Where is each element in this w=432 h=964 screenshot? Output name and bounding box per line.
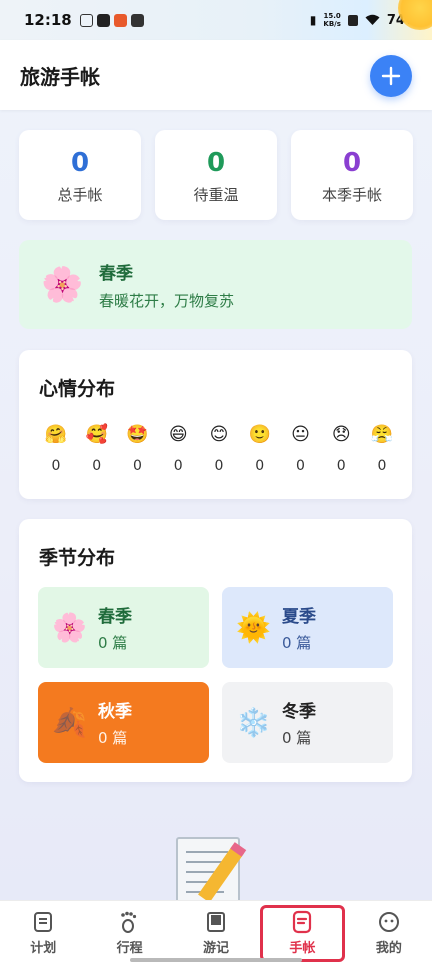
mood-item[interactable]: 🙂 0 <box>243 424 277 474</box>
tab-label: 计划 <box>30 940 57 956</box>
tab-label: 手帐 <box>289 940 316 956</box>
slight-smile-icon: 🙂 <box>248 424 271 445</box>
mood-count: 0 <box>336 458 346 474</box>
footprint-icon <box>120 911 136 933</box>
smile-face-icon: 😊 <box>209 424 229 445</box>
season-tile-count: 0 篇 <box>98 729 128 747</box>
mood-item[interactable]: 🤩 0 <box>121 424 155 474</box>
fallen-leaf-icon: 🍂 <box>52 706 87 739</box>
season-tile-winter[interactable]: ❄️ 冬季 0 篇 <box>222 682 393 763</box>
stat-label: 待重温 <box>193 186 239 204</box>
stat-value: 0 <box>70 148 90 178</box>
tab-itinerary[interactable]: 行程 <box>86 901 172 964</box>
page-title: 旅游手帐 <box>20 64 100 89</box>
mood-count: 0 <box>51 458 61 474</box>
mood-count: 0 <box>133 458 142 474</box>
cherry-blossom-icon: 🌸 <box>52 611 87 644</box>
wifi-icon <box>365 14 380 25</box>
tab-label: 游记 <box>203 940 230 956</box>
season-name: 春季 <box>99 263 133 284</box>
season-description: 春暖花开，万物复苏 <box>99 291 235 310</box>
current-season-banner: 🌸 春季 春暖花开，万物复苏 <box>19 240 412 329</box>
network-speed: 15.0 KB/s <box>323 12 341 28</box>
season-tile-count: 0 篇 <box>282 634 312 652</box>
status-bar: 12:18 ▮ 15.0KB/s 74% <box>0 0 432 40</box>
vibrate-icon: ▮ <box>309 13 317 27</box>
season-tile-name: 秋季 <box>98 702 132 722</box>
cherry-blossom-icon: 🌸 <box>41 264 84 305</box>
stat-value: 0 <box>342 148 362 178</box>
profile-icon <box>378 911 399 932</box>
season-tile-summer[interactable]: 🌞 夏季 0 篇 <box>222 587 393 668</box>
huff-face-icon: 😤 <box>370 424 394 445</box>
mood-count: 0 <box>173 458 183 474</box>
season-tile-name: 冬季 <box>282 702 316 722</box>
status-time: 12:18 <box>24 11 72 29</box>
season-tile-name: 夏季 <box>282 607 316 627</box>
book-icon <box>207 911 226 932</box>
mood-item[interactable]: 😊 0 <box>202 424 236 474</box>
notification-icons <box>79 13 144 27</box>
nfc-icon <box>347 14 358 26</box>
mood-item[interactable]: 😤 0 <box>365 424 399 474</box>
tab-label: 行程 <box>116 940 143 956</box>
memo-pencil-icon <box>176 837 247 904</box>
home-indicator[interactable] <box>130 958 302 962</box>
tab-profile[interactable]: 我的 <box>346 901 432 964</box>
sad-face-icon: 😞 <box>331 424 351 445</box>
mood-item[interactable]: 😞 0 <box>324 424 358 474</box>
bottom-tab-bar: 计划 行程 游记 手帐 我的 <box>0 900 432 964</box>
neutral-face-icon: 😐 <box>291 424 310 445</box>
app-notification-icon <box>96 13 110 27</box>
section-title: 季节分布 <box>39 547 116 569</box>
tab-journal[interactable]: 手帐 <box>259 901 346 964</box>
season-tile-count: 0 篇 <box>98 634 128 652</box>
season-distribution-card: 季节分布 🌸 春季 0 篇 🌞 夏季 0 篇 🍂 秋季 0 篇 ❄️ 冬季 0 … <box>19 519 412 782</box>
mood-item[interactable]: 😐 0 <box>284 424 318 474</box>
tab-plan[interactable]: 计划 <box>0 901 86 964</box>
mood-count: 0 <box>377 458 387 474</box>
stat-label: 本季手帐 <box>321 186 382 204</box>
app-notification-icon <box>130 13 144 27</box>
stat-label: 总手帐 <box>57 186 103 204</box>
app-header: 旅游手帐 <box>0 40 432 110</box>
season-tile-name: 春季 <box>98 607 132 627</box>
snowflake-icon: ❄️ <box>236 706 271 739</box>
mood-count: 0 <box>214 458 224 474</box>
mood-count: 0 <box>92 458 102 474</box>
add-journal-button[interactable] <box>370 55 412 97</box>
grin-face-icon: 😄 <box>168 424 188 445</box>
stat-value: 0 <box>206 148 226 178</box>
tab-travelogue[interactable]: 游记 <box>173 901 259 964</box>
mood-count: 0 <box>296 458 305 474</box>
stat-total-journals[interactable]: 0 总手帐 <box>19 130 141 220</box>
plan-icon <box>34 911 53 932</box>
tab-label: 我的 <box>375 940 402 956</box>
star-eyes-icon: 🤩 <box>126 424 149 445</box>
mood-list: 🤗 0 🥰 0 🤩 0 😄 0 😊 0 🙂 0 😐 0 😞 0 😤 0 <box>39 424 399 474</box>
mood-distribution-card: 心情分布 🤗 0 🥰 0 🤩 0 😄 0 😊 0 🙂 0 😐 0 😞 0 😤 0 <box>19 350 412 499</box>
season-tile-autumn[interactable]: 🍂 秋季 0 篇 <box>38 682 209 763</box>
app-notification-icon <box>79 13 93 27</box>
app-notification-icon <box>113 13 127 27</box>
mood-count: 0 <box>255 458 265 474</box>
season-tile-spring[interactable]: 🌸 春季 0 篇 <box>38 587 209 668</box>
season-tile-count: 0 篇 <box>282 729 312 747</box>
love-face-icon: 🥰 <box>85 424 108 445</box>
hug-face-icon: 🤗 <box>44 424 68 445</box>
stat-this-season[interactable]: 0 本季手帐 <box>291 130 413 220</box>
stat-to-revisit[interactable]: 0 待重温 <box>155 130 277 220</box>
mood-item[interactable]: 🥰 0 <box>80 424 114 474</box>
mood-item[interactable]: 😄 0 <box>161 424 195 474</box>
plus-icon <box>381 66 401 86</box>
journal-icon <box>293 910 312 933</box>
sun-icon: 🌞 <box>236 611 271 644</box>
mood-item[interactable]: 🤗 0 <box>39 424 73 474</box>
section-title: 心情分布 <box>39 378 116 400</box>
